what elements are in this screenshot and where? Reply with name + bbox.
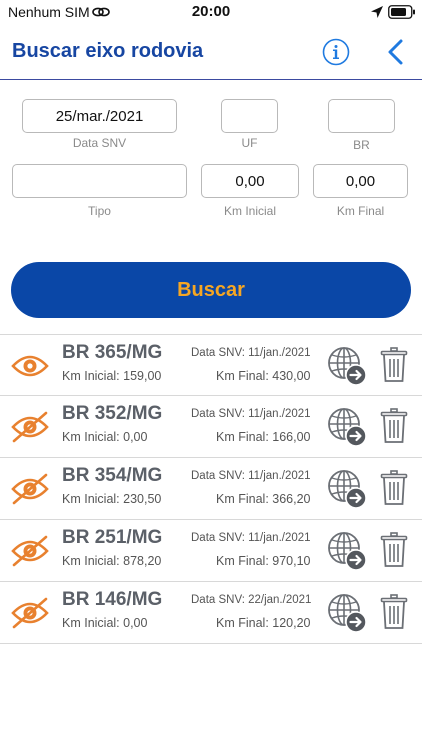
road-name: BR 251/MG xyxy=(62,527,163,548)
data-snv-label: Data SNV xyxy=(72,136,127,150)
km-final-label: Km Final xyxy=(336,204,385,218)
status-bar: Nenhum SIM 20:00 xyxy=(0,0,422,26)
km-final-text: Km Final: 970,10 xyxy=(216,554,311,568)
km-inicial-text: Km Inicial: 159,00 xyxy=(62,369,162,383)
globe-arrow-icon[interactable] xyxy=(326,345,368,387)
trash-icon[interactable] xyxy=(380,347,408,383)
km-final-text: Km Final: 120,20 xyxy=(216,616,311,630)
eye-slash-icon[interactable] xyxy=(10,411,50,443)
road-name: BR 146/MG xyxy=(62,589,163,610)
trash-icon[interactable] xyxy=(380,594,408,630)
eye-slash-icon[interactable] xyxy=(10,597,50,629)
trash-icon[interactable] xyxy=(380,408,408,444)
road-name: BR 352/MG xyxy=(62,403,163,424)
data-snv-text: Data SNV: 11/jan./2021 xyxy=(191,532,311,544)
km-inicial-text: Km Inicial: 0,00 xyxy=(62,430,148,444)
data-snv-text: Data SNV: 22/jan./2021 xyxy=(191,594,312,606)
globe-arrow-icon[interactable] xyxy=(326,468,368,510)
eye-slash-icon[interactable] xyxy=(10,535,50,567)
data-snv-field[interactable]: 25/mar./2021 xyxy=(22,99,177,133)
page-title: Buscar eixo rodovia xyxy=(12,40,204,62)
globe-arrow-icon[interactable] xyxy=(326,530,368,572)
location-arrow-icon xyxy=(370,5,384,24)
km-inicial-label: Km Inicial xyxy=(223,204,276,218)
globe-arrow-icon[interactable] xyxy=(326,592,368,634)
road-name: BR 354/MG xyxy=(62,465,163,486)
chevron-left-icon xyxy=(388,39,403,65)
status-time: 20:00 xyxy=(191,3,231,20)
uf-label: UF xyxy=(241,136,258,150)
km-final-text: Km Final: 430,00 xyxy=(216,369,311,383)
tipo-label: Tipo xyxy=(88,204,111,218)
data-snv-text: Data SNV: 11/jan./2021 xyxy=(191,347,311,359)
trash-icon[interactable] xyxy=(380,532,408,568)
results-list: BR 365/MG Data SNV: 11/jan./2021 Km Inic… xyxy=(0,334,422,644)
list-item[interactable]: BR 365/MG Data SNV: 11/jan./2021 Km Inic… xyxy=(0,334,422,396)
eye-slash-icon[interactable] xyxy=(10,473,50,505)
navigation-bar: Buscar eixo rodovia xyxy=(0,26,422,80)
globe-arrow-icon[interactable] xyxy=(326,406,368,448)
km-inicial-text: Km Inicial: 230,50 xyxy=(62,492,162,506)
list-item[interactable]: BR 354/MG Data SNV: 11/jan./2021 Km Inic… xyxy=(0,458,422,520)
list-item[interactable]: BR 251/MG Data SNV: 11/jan./2021 Km Inic… xyxy=(0,520,422,582)
list-item[interactable]: BR 146/MG Data SNV: 22/jan./2021 Km Inic… xyxy=(0,582,422,644)
km-inicial-field[interactable]: 0,00 xyxy=(201,164,299,198)
back-button[interactable] xyxy=(384,38,408,66)
km-inicial-text: Km Inicial: 0,00 xyxy=(62,616,148,630)
data-snv-text: Data SNV: 11/jan./2021 xyxy=(191,408,311,420)
data-snv-text: Data SNV: 11/jan./2021 xyxy=(191,470,311,482)
trash-icon[interactable] xyxy=(380,470,408,506)
road-name: BR 365/MG xyxy=(62,342,163,363)
km-final-text: Km Final: 366,20 xyxy=(216,492,311,506)
battery-icon xyxy=(388,5,416,24)
br-label: BR xyxy=(353,138,370,152)
tipo-field[interactable] xyxy=(12,164,187,198)
info-icon xyxy=(322,38,350,66)
list-item[interactable]: BR 352/MG Data SNV: 11/jan./2021 Km Inic… xyxy=(0,396,422,458)
km-final-text: Km Final: 166,00 xyxy=(216,430,311,444)
info-button[interactable] xyxy=(322,38,350,66)
km-final-field[interactable]: 0,00 xyxy=(313,164,408,198)
uf-field[interactable] xyxy=(221,99,278,133)
search-button[interactable]: Buscar xyxy=(11,262,411,318)
eye-icon[interactable] xyxy=(10,350,50,382)
km-inicial-text: Km Inicial: 878,20 xyxy=(62,554,162,568)
br-field[interactable] xyxy=(328,99,395,133)
